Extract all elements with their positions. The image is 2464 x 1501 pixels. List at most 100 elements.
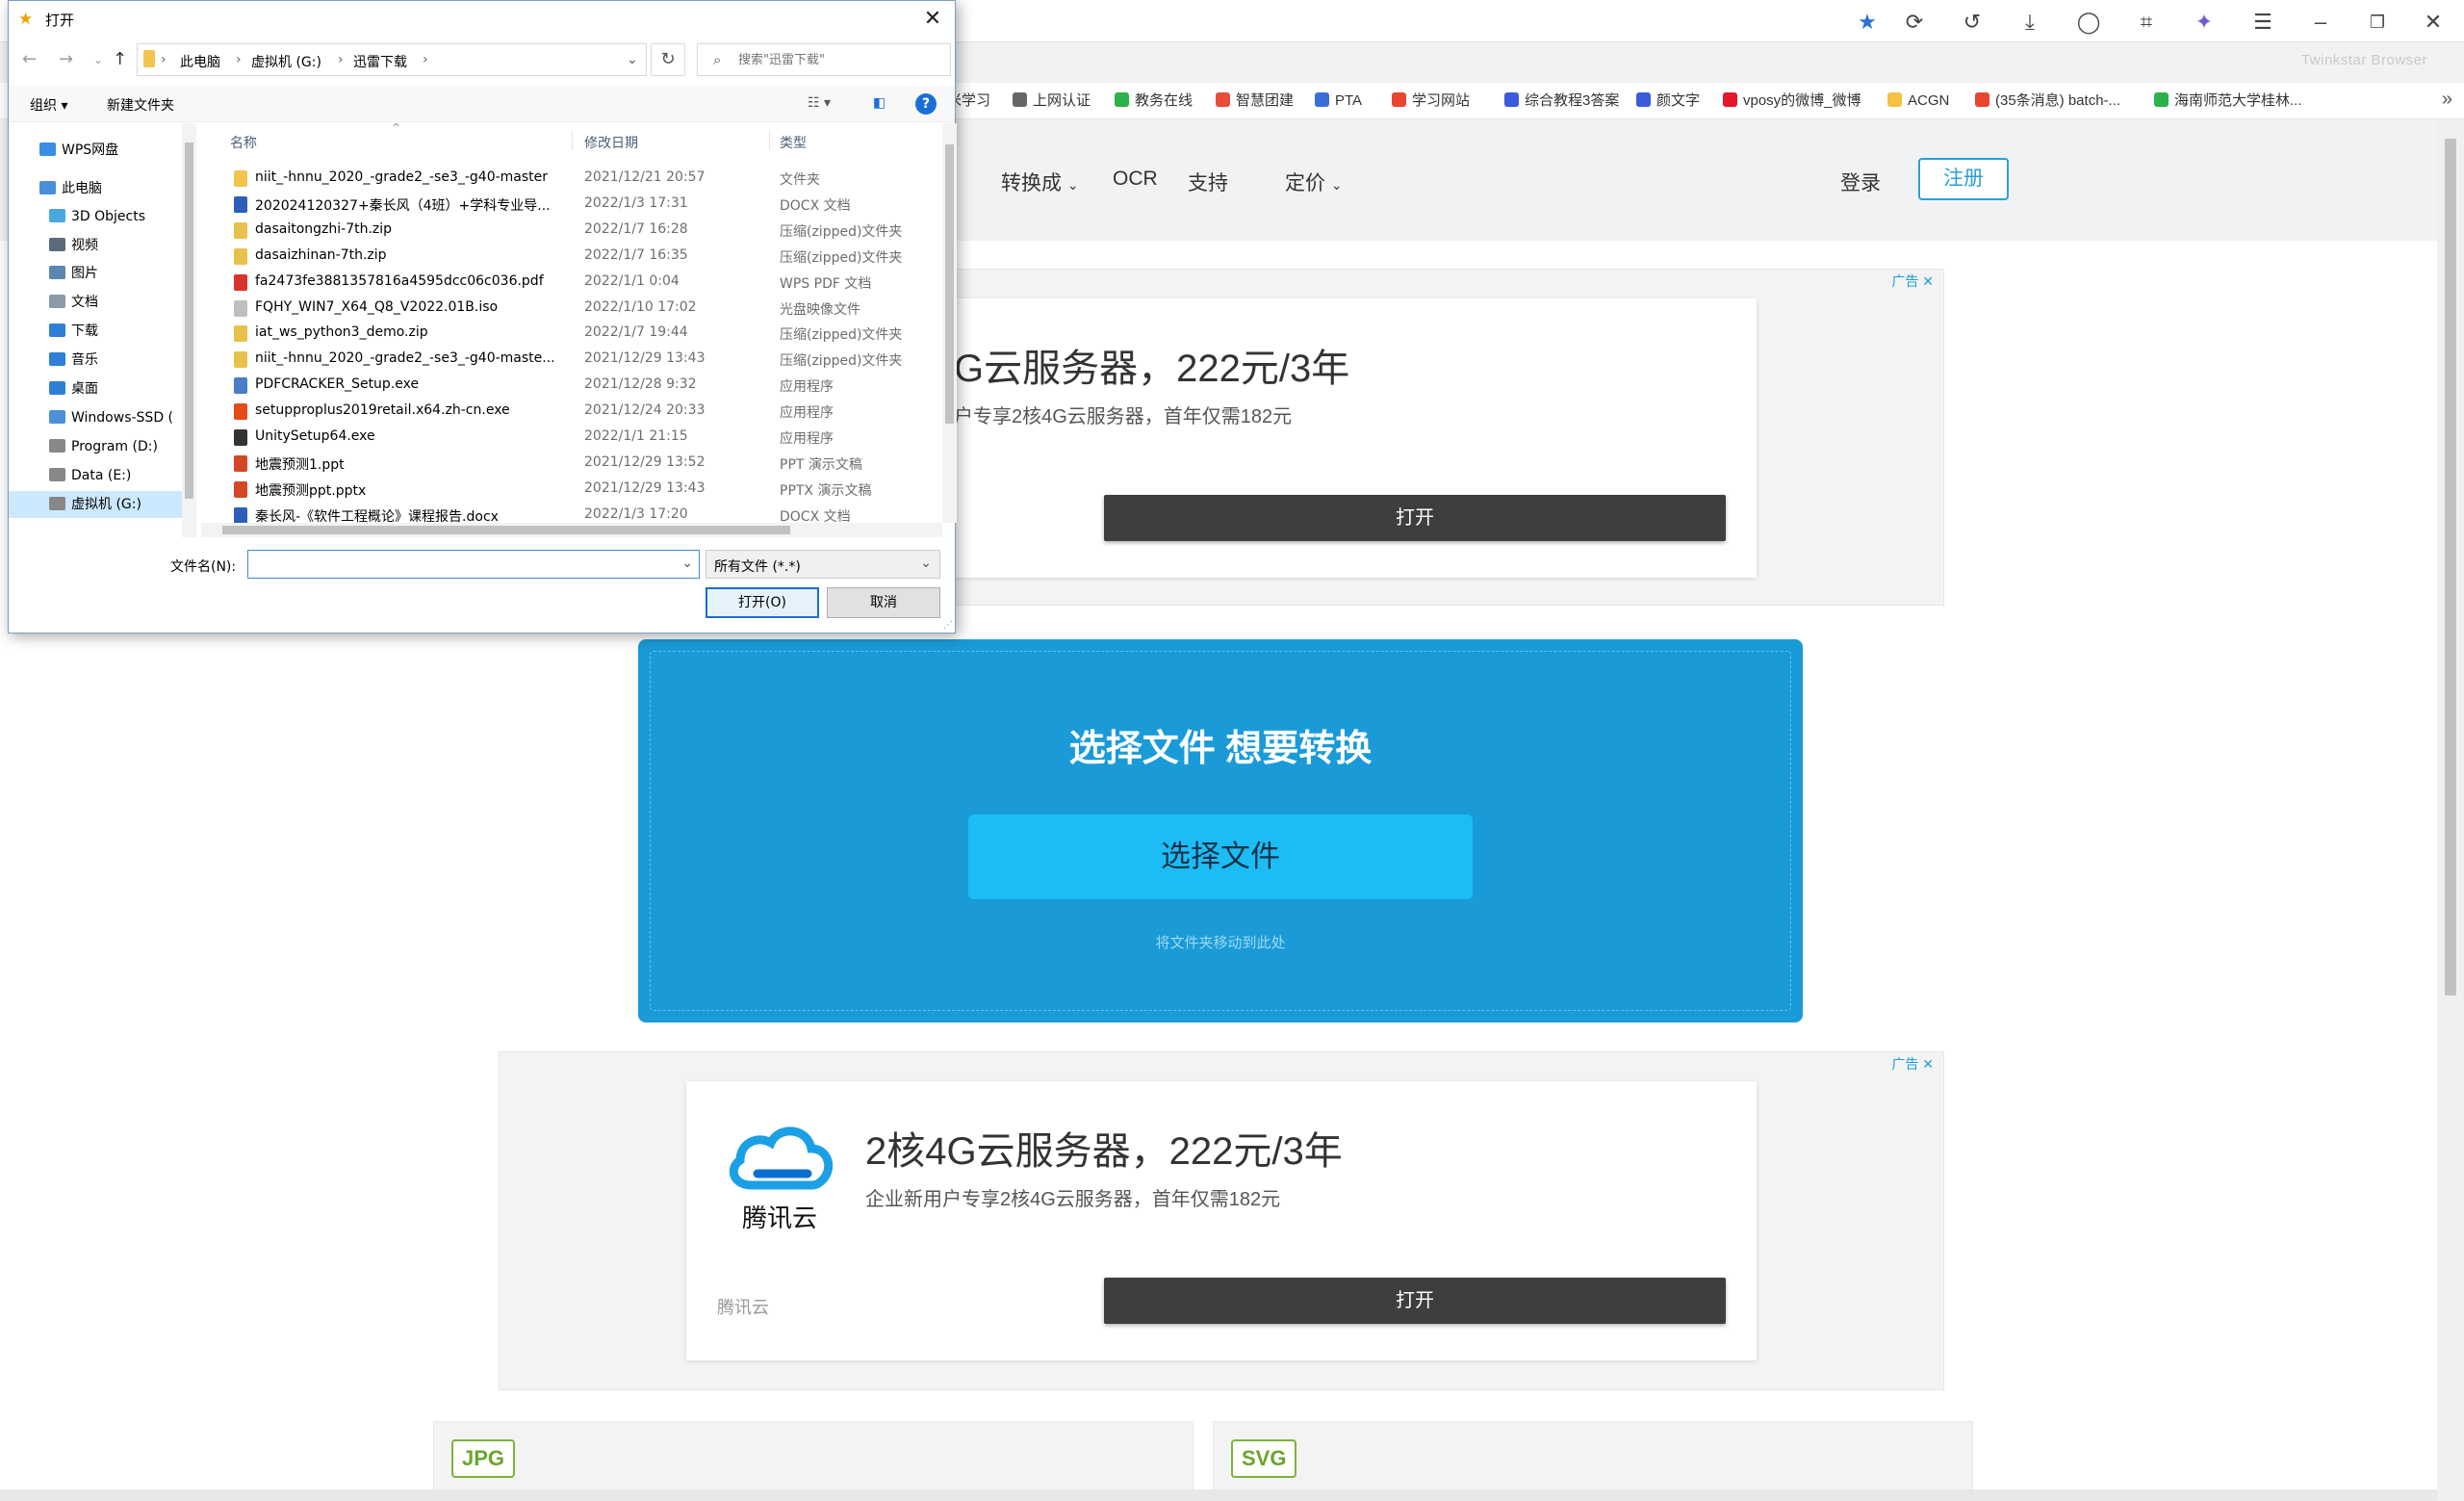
forward-arrow-icon[interactable]: → [59,49,73,69]
cancel-button[interactable]: 取消 [827,587,940,618]
file-vertical-scrollbar[interactable] [942,123,957,523]
help-icon[interactable]: ? [915,93,937,115]
nav-item[interactable]: WPS网盘 [9,137,182,164]
file-row[interactable]: setupproplus2019retail.x64.zh-cn.exe 2021… [201,399,894,425]
file-vscroll-thumb[interactable] [945,144,954,424]
choose-file-button[interactable]: 选择文件 [968,815,1473,899]
breadcrumb-item[interactable]: 虚拟机 (G:) [251,52,321,71]
nav-support[interactable]: 支持 [1188,168,1228,196]
file-row[interactable]: UnitySetup64.exe 2022/1/1 21:15 应用程序 [201,425,894,451]
nav-convert[interactable]: 转换成 ⌄ [1001,168,1079,196]
nav-item[interactable]: 桌面 [9,375,182,402]
nav-item[interactable]: 3D Objects [9,203,182,230]
file-row[interactable]: niit_-hnnu_2020_-grade2_-se3_-g40-master… [201,166,894,192]
preview-pane-icon[interactable]: ◧ [873,95,886,111]
back-arrow-icon[interactable]: ← [22,49,37,69]
file-row[interactable]: 秦长风-《软件工程概论》课程报告.docx 2022/1/3 17:20 DOCX … [201,503,894,523]
ad-open-button[interactable]: 打开 [1104,495,1726,541]
breadcrumb-item[interactable]: 迅雷下载 [353,52,407,71]
undo-icon[interactable]: ↺ [1958,8,1987,37]
up-arrow-icon[interactable]: ↑ [113,49,127,69]
file-row[interactable]: 地震预测1.ppt 2021/12/29 13:52 PPT 演示文稿 [201,451,894,477]
bookmark-item[interactable]: PTA [1315,91,1362,111]
filename-input[interactable] [252,555,666,574]
register-button[interactable]: 注册 [1918,158,2009,200]
nav-item[interactable]: 虚拟机 (G:) [9,491,182,518]
file-horizontal-scrollbar[interactable] [201,523,942,537]
recent-dropdown-icon[interactable]: ⌄ [93,53,103,66]
download-icon[interactable]: ⤓ [2015,8,2044,37]
filename-field[interactable]: ⌄ [247,550,700,579]
ad-mark[interactable]: 广告 ✕ [1891,1054,1934,1074]
chevron-down-icon[interactable]: ⌄ [681,556,693,571]
login-link[interactable]: 登录 [1840,168,1881,196]
file-row[interactable]: FQHY_WIN7_X64_Q8_V2022.01B.iso 2022/1/10 … [201,296,894,322]
bookmark-item[interactable]: 综合教程3答案 [1504,91,1619,111]
nav-item-icon [49,323,65,337]
page-scrollbar[interactable] [2437,119,2464,1501]
search-input[interactable] [738,50,940,69]
resize-grip-icon[interactable]: ⋰ [943,620,953,631]
new-folder-button[interactable]: 新建文件夹 [107,95,174,115]
nav-item[interactable]: Data (E:) [9,462,182,489]
file-row[interactable]: iat_ws_python3_demo.zip 2022/1/7 19:44 压缩(… [201,321,902,347]
file-row[interactable]: 地震预测ppt.pptx 2021/12/29 13:43 PPTX 演示文稿 [201,477,894,503]
bookmark-item[interactable]: (35条消息) batch-... [1975,91,2120,111]
file-type: 应用程序 [780,405,834,422]
menu-icon[interactable]: ☰ [2248,8,2277,37]
nav-scroll-thumb[interactable] [185,142,193,499]
bookmark-favicon-icon [1975,92,1989,107]
bookmark-item[interactable]: 海南师范大学桂林... [2154,91,2302,111]
crop-icon[interactable]: ⌗ [2132,8,2161,37]
refresh-button[interactable]: ↻ [651,43,685,76]
open-button[interactable]: 打开(O) [706,587,819,618]
file-row[interactable]: fa2473fe3881357816a4595dcc06c036.pdf 2022… [201,270,894,296]
star-icon[interactable]: ★ [1853,8,1882,37]
bookmark-item[interactable]: ACGN [1887,91,1949,111]
organize-button[interactable]: 组织 ▾ [30,95,67,115]
ad-mark[interactable]: 广告 ✕ [1891,272,1934,291]
nav-item[interactable]: 文档 [9,289,182,316]
breadcrumb-item[interactable]: 此电脑 [180,52,220,71]
search-box[interactable]: ⌕ [697,43,951,76]
dialog-titlebar[interactable]: ★ 打开 ✕ [9,1,955,38]
view-options-icon[interactable]: ☷ ▾ [808,95,831,111]
close-window-icon[interactable]: ✕ [2419,8,2448,37]
bookmark-item[interactable]: 颜文字 [1636,91,1700,111]
dialog-close-button[interactable]: ✕ [918,5,947,34]
nav-item[interactable]: 此电脑 [9,175,182,202]
filetype-select[interactable]: 所有文件 (*.*) ⌄ [706,550,940,579]
ad-open-button[interactable]: 打开 [1104,1278,1726,1324]
nav-scrollbar[interactable] [182,123,196,537]
page-scroll-thumb[interactable] [2445,139,2456,996]
file-row[interactable]: PDFCRACKER_Setup.exe 2021/12/28 9:32 应用程序 [201,373,894,399]
bookmark-item[interactable]: vposy的微博_微博 [1723,91,1861,111]
file-row[interactable]: dasaitongzhi-7th.zip 2022/1/7 16:28 压缩(zip… [201,218,902,244]
extension-icon[interactable]: ✦ [2190,8,2219,37]
nav-item[interactable]: Program (D:) [9,433,182,460]
bookmark-item[interactable]: 智慧团建 [1216,91,1294,111]
nav-item[interactable]: 图片 [9,260,182,287]
nav-item[interactable]: 视频 [9,232,182,259]
nav-item[interactable]: 下载 [9,318,182,345]
nav-item[interactable]: 音乐 [9,347,182,374]
ad-card[interactable]: 腾讯云 2核4G云服务器，222元/3年 企业新用户专享2核4G云服务器，首年仅… [686,1081,1757,1360]
minimize-icon[interactable]: – [2306,8,2335,37]
nav-item[interactable]: Windows-SSD ( [9,404,182,431]
bookmarks-more-icon[interactable]: » [2442,89,2452,111]
chevron-down-icon[interactable]: ⌄ [627,52,638,67]
bookmark-item[interactable]: 上网认证 [1013,91,1091,111]
restore-icon[interactable]: ❐ [2363,8,2392,37]
upload-dropzone[interactable]: 选择文件 想要转换 选择文件 将文件夹移动到此处 [638,639,1803,1022]
file-row[interactable]: dasaizhinan-7th.zip 2022/1/7 16:35 压缩(zipp… [201,244,902,270]
user-icon[interactable]: ◯ [2074,8,2103,37]
file-row[interactable]: niit_-hnnu_2020_-grade2_-se3_-g40-maste.… [201,347,902,373]
file-hscroll-thumb[interactable] [222,526,790,534]
address-bar[interactable]: › 此电脑 › 虚拟机 (G:) › 迅雷下载 › ⌄ [137,43,647,76]
nav-ocr[interactable]: OCR [1113,168,1158,191]
sync-icon[interactable]: ⟳ [1900,8,1929,37]
bookmark-item[interactable]: 学习网站 [1392,91,1470,111]
bookmark-item[interactable]: 教务在线 [1115,91,1193,111]
nav-pricing[interactable]: 定价 ⌄ [1285,168,1343,196]
file-row[interactable]: 202024120327+秦长风（4班）+学科专业导... 2022/1/3 17… [201,192,894,218]
